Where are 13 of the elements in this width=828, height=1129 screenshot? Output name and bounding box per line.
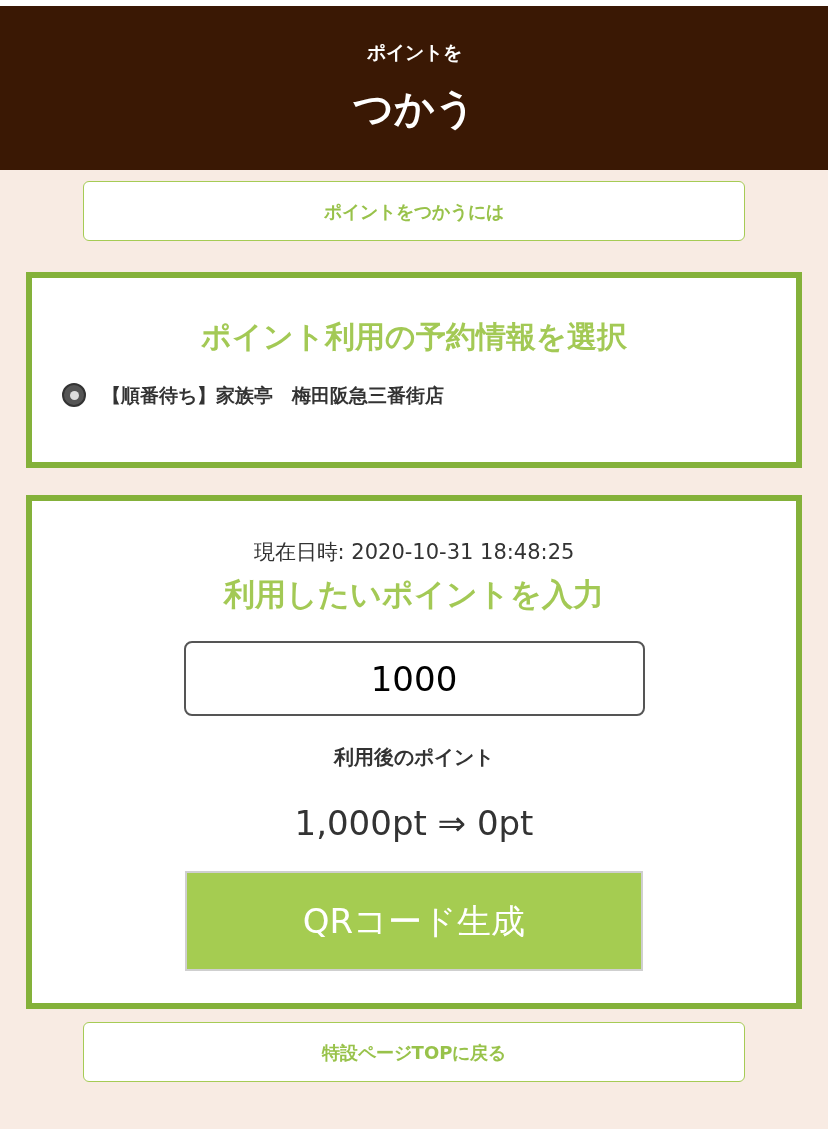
reservation-option[interactable]: 【順番待ち】家族亭 梅田阪急三番街店 bbox=[102, 381, 444, 410]
help-link[interactable]: ポイントをつかうには bbox=[83, 181, 745, 241]
radio-button[interactable] bbox=[62, 383, 86, 408]
after-points-value: 1,000pt ⇒ 0pt bbox=[294, 802, 534, 845]
section-heading: ポイント利用の予約情報を選択 bbox=[201, 318, 627, 356]
back-link[interactable]: 特設ページTOPに戻る bbox=[83, 1022, 745, 1082]
header-title: つかう bbox=[352, 84, 476, 134]
points-input[interactable]: 1000 bbox=[183, 641, 645, 716]
header-subtitle: ポイントを bbox=[366, 39, 462, 65]
current-datetime: 現在日時: 2020-10-31 18:48:25 bbox=[253, 539, 575, 566]
after-points-label: 利用後のポイント bbox=[334, 744, 494, 771]
generate-qr-button[interactable]: QRコード生成 bbox=[185, 871, 643, 971]
section-heading: 利用したいポイントを入力 bbox=[224, 574, 604, 614]
